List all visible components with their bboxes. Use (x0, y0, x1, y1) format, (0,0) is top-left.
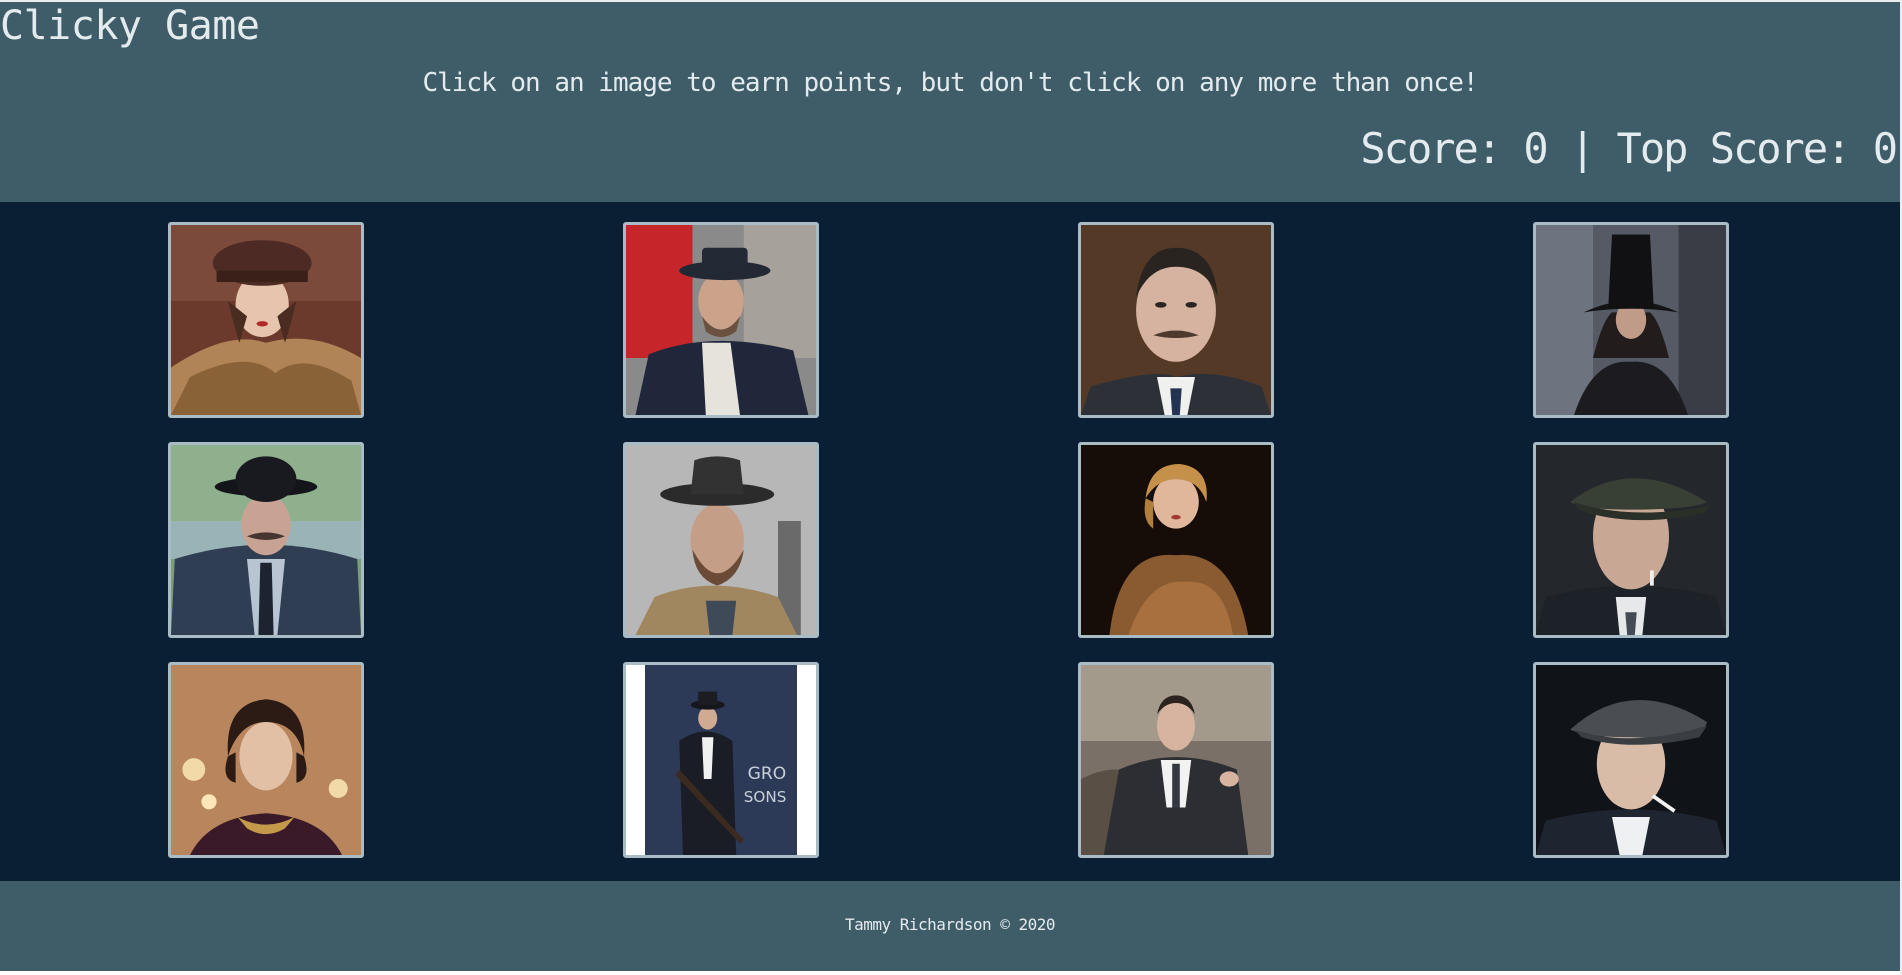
card-woman-brown-hat-fur-coat[interactable] (168, 222, 364, 418)
card-man-cap-cigarette[interactable] (1533, 662, 1729, 858)
portrait-man-pork-pie-hat-icon (626, 225, 816, 415)
card-man-mustache-undercut[interactable] (1078, 222, 1274, 418)
card-man-flat-top-hat-red-door[interactable] (623, 222, 819, 418)
svg-text:SONS: SONS (744, 788, 787, 806)
clicky-game-page: Clicky Game Click on an image to earn po… (0, 0, 1902, 975)
app-title: Clicky Game (0, 3, 260, 49)
score-value: 0 (1523, 124, 1548, 173)
footer-copyright: Tammy Richardson © 2020 (844, 915, 1056, 934)
portrait-man-mustache-icon (1081, 225, 1271, 415)
page-footer: Tammy Richardson © 2020 (0, 881, 1900, 971)
score-separator: | (1546, 124, 1617, 173)
portrait-woman-blonde-icon (1081, 445, 1271, 635)
portrait-woman-black-hat-icon (1536, 225, 1726, 415)
portrait-man-tommy-gun-icon: GRO SONS (626, 665, 816, 855)
top-score-value: 0 (1872, 124, 1898, 173)
card-man-flat-cap[interactable] (1533, 442, 1729, 638)
scoreboard: Score: 0 | Top Score: 0 (1360, 124, 1898, 174)
top-score-label: Top Score: (1616, 124, 1873, 173)
score-label: Score: (1360, 124, 1524, 173)
svg-text:GRO: GRO (748, 764, 787, 784)
portrait-man-fedora-icon (626, 445, 816, 635)
card-woman-blonde-fur[interactable] (1078, 442, 1274, 638)
card-woman-black-hat[interactable] (1533, 222, 1729, 418)
page-header: Clicky Game Click on an image to earn po… (0, 0, 1900, 202)
portrait-man-flat-cap-icon (1536, 445, 1726, 635)
game-instructions: Click on an image to earn points, but do… (422, 68, 1478, 98)
portrait-man-cap-cigarette-icon (1536, 665, 1726, 855)
portrait-man-bowler-hat-icon (171, 445, 361, 635)
card-man-seated-suit[interactable] (1078, 662, 1274, 858)
card-man-bowler-hat-suit[interactable] (168, 442, 364, 638)
portrait-woman-necklace-icon (171, 665, 361, 855)
card-man-tommy-gun[interactable]: GRO SONS (623, 662, 819, 858)
portrait-woman-hat-icon (171, 225, 361, 415)
portrait-man-seated-icon (1081, 665, 1271, 855)
card-woman-dark-hair-necklace[interactable] (168, 662, 364, 858)
image-board: GRO SONS (0, 202, 1900, 881)
card-man-fedora-beard[interactable] (623, 442, 819, 638)
